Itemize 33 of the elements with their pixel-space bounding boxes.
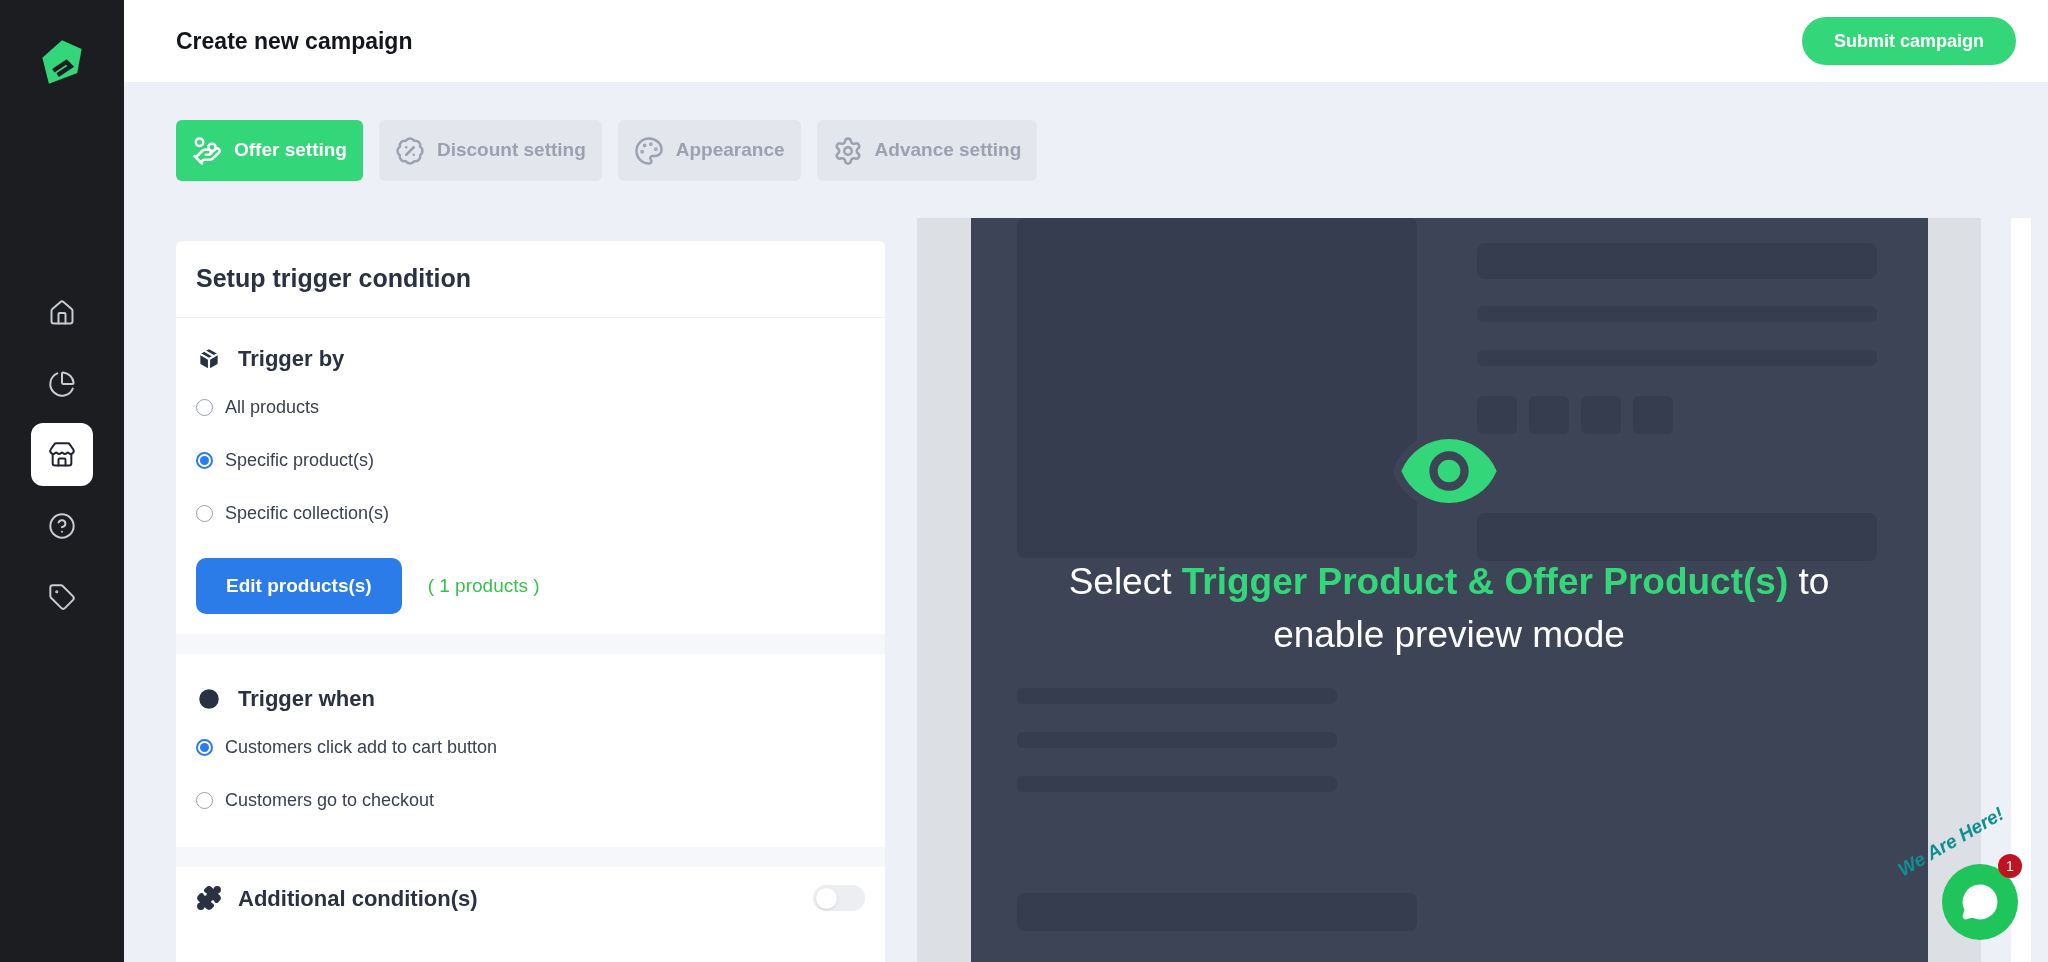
puzzle-icon	[196, 885, 222, 911]
page-title: Create new campaign	[176, 26, 413, 56]
radio-option[interactable]: Specific product(s)	[196, 434, 865, 487]
tab[interactable]: Appearance	[617, 120, 801, 181]
chat-icon	[1961, 883, 1999, 921]
store-icon	[48, 440, 76, 469]
radio-button[interactable]	[196, 452, 213, 469]
section-heading: Trigger by	[238, 345, 345, 373]
notification-badge: 1	[1998, 854, 2022, 878]
card-title: Setup trigger condition	[176, 241, 885, 318]
percent-badge-icon	[394, 135, 425, 166]
preview-message: Select Trigger Product & Offer Product(s) to enable preview mode	[1067, 560, 1831, 657]
edit-products-button[interactable]: Edit products(s)	[196, 558, 402, 614]
nav-item[interactable]	[31, 423, 93, 486]
help-icon	[48, 511, 76, 540]
logo-icon	[40, 38, 84, 86]
radio-button[interactable]	[196, 739, 213, 756]
tab[interactable]: Advance setting	[816, 120, 1038, 181]
radio-option[interactable]: Customers click add to cart button	[196, 721, 865, 774]
home-icon	[48, 298, 76, 327]
pie-chart-icon	[48, 369, 76, 398]
tag-icon	[48, 582, 76, 611]
palette-icon	[633, 135, 664, 166]
radio-option[interactable]: Customers go to checkout	[196, 774, 865, 827]
product-count: ( 1 products )	[427, 573, 540, 598]
section-heading: Trigger when	[238, 685, 375, 713]
radio-option[interactable]: All products	[196, 381, 865, 434]
toggle-switch[interactable]	[813, 885, 865, 911]
settings-icon	[832, 135, 863, 166]
tab[interactable]: Discount setting	[378, 120, 602, 181]
radio-option[interactable]: Specific collection(s)	[196, 487, 865, 540]
hand-coin-icon	[192, 135, 222, 166]
section-heading: Additional condition(s)	[238, 884, 478, 913]
